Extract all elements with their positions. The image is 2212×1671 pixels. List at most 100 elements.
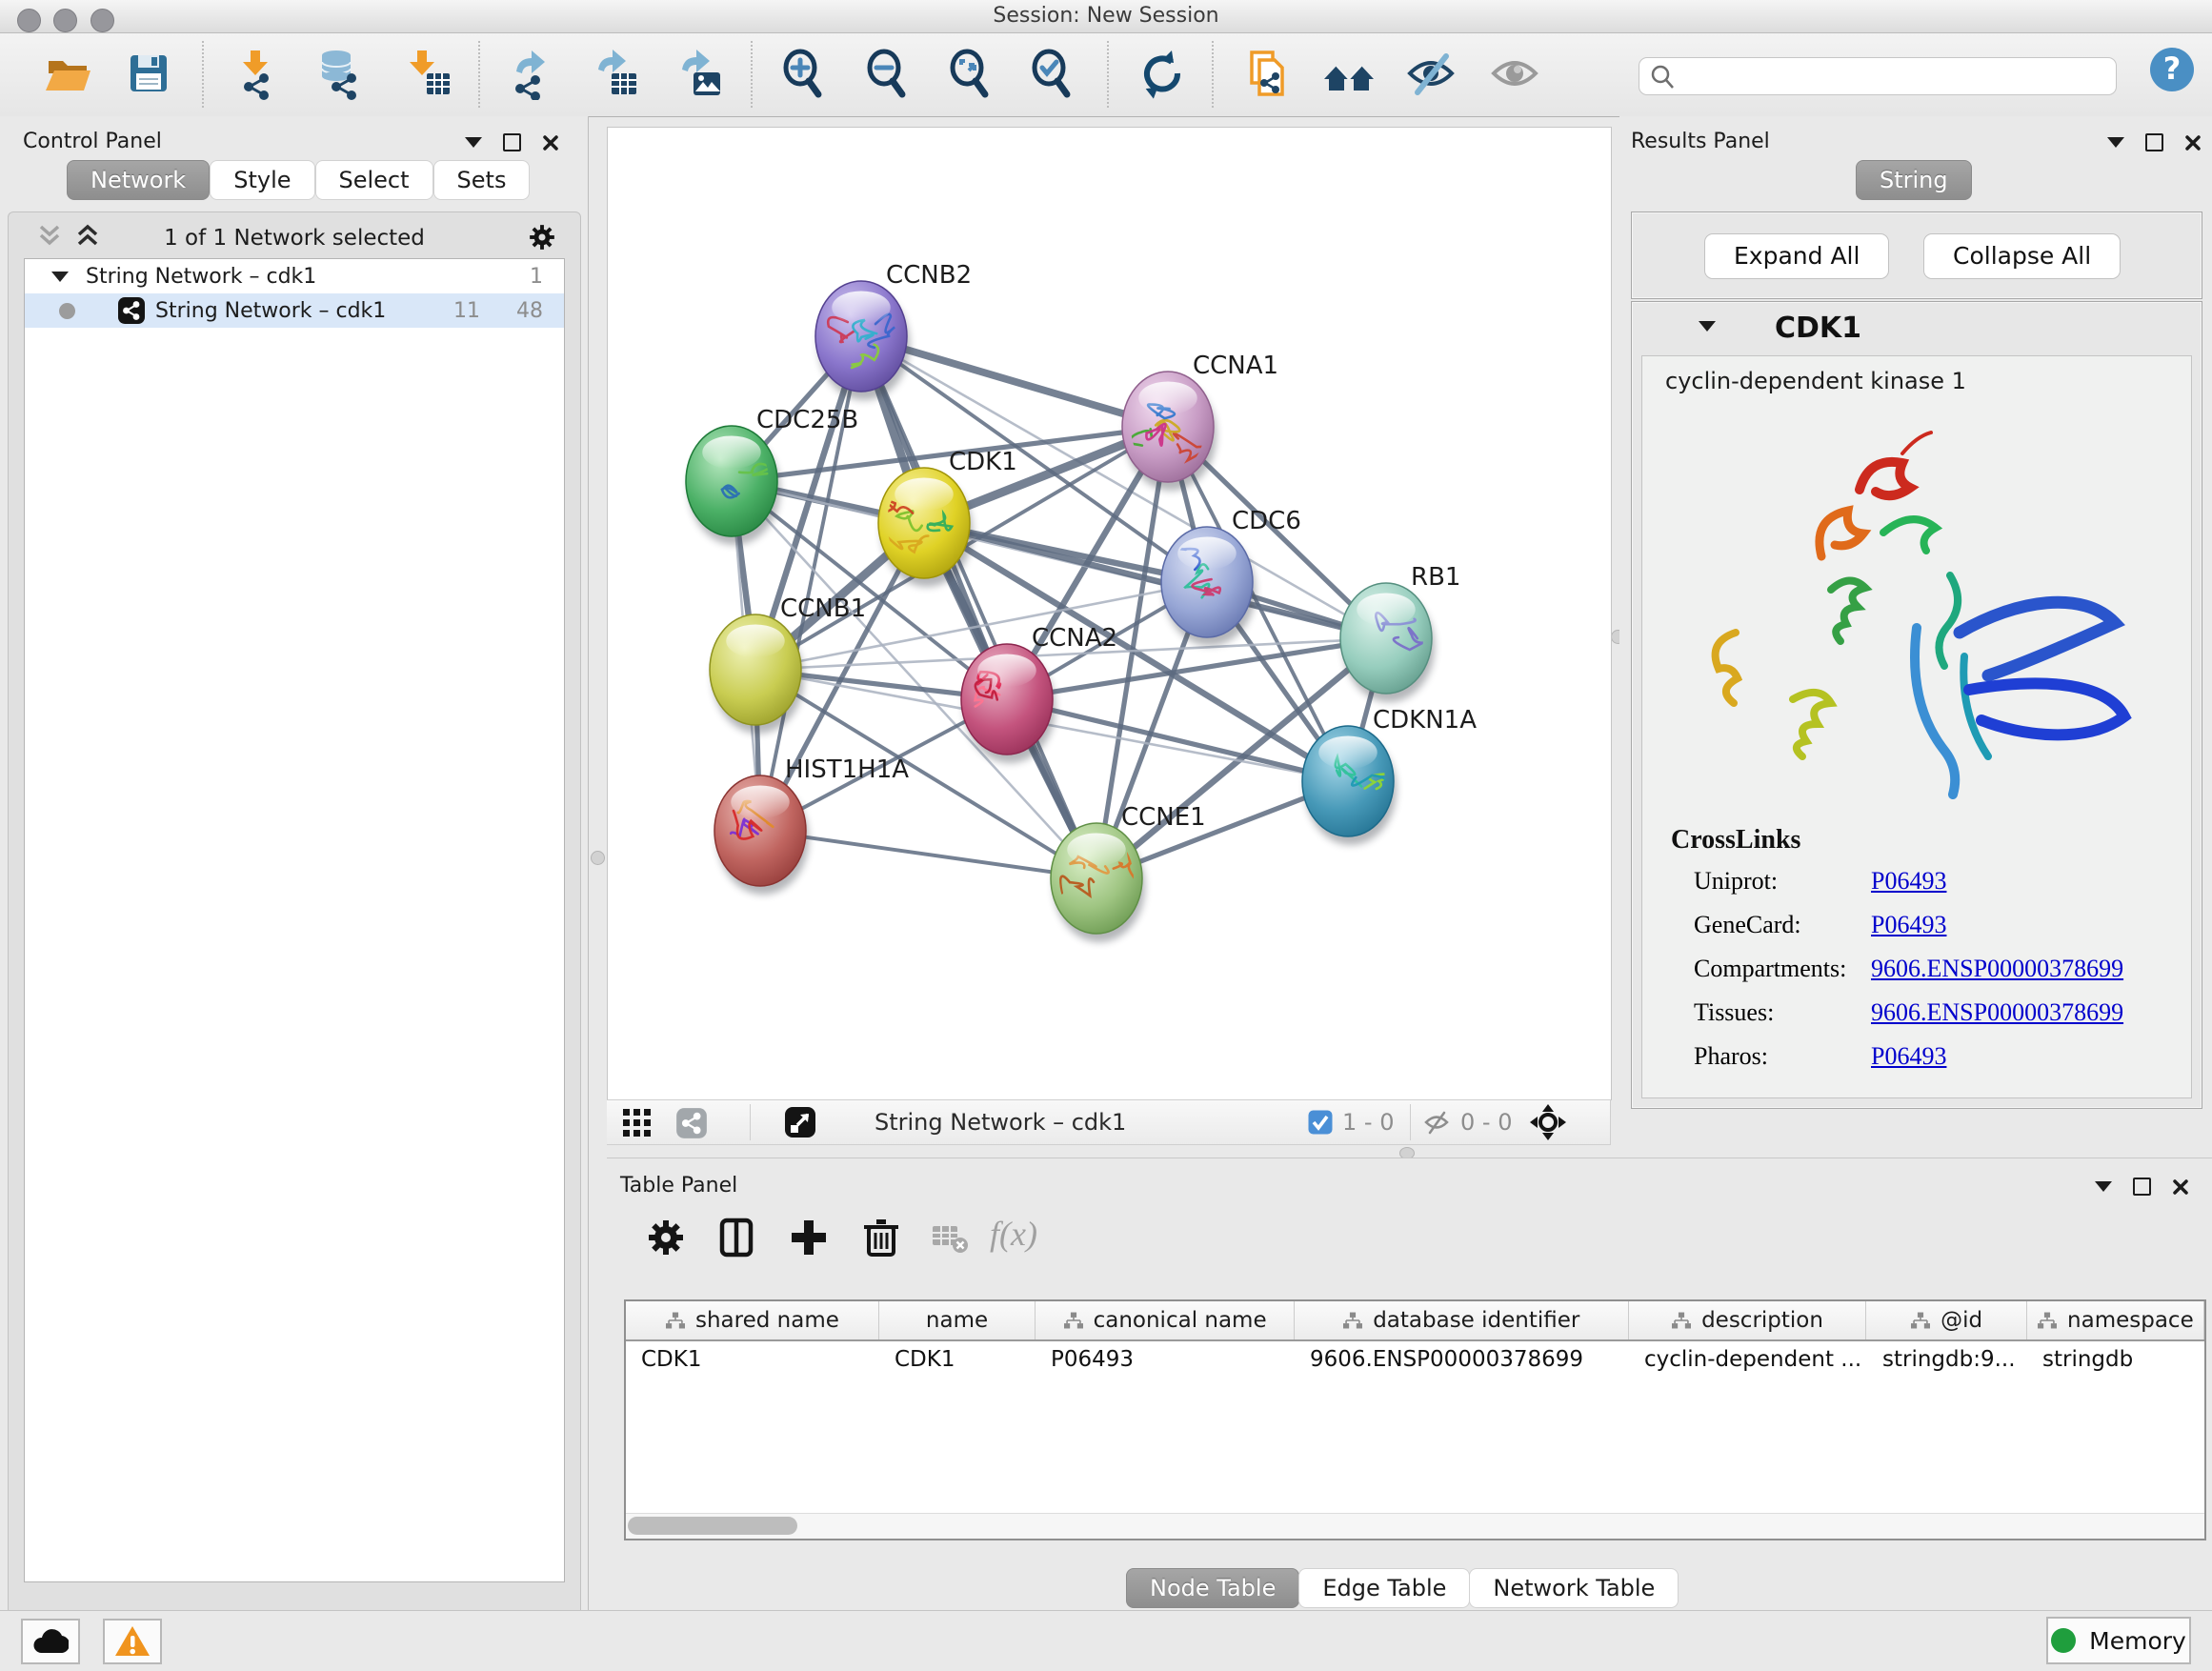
birds-eye-view-icon[interactable] [784,1106,816,1138]
float-panel-icon[interactable] [503,133,521,151]
crosslink-value-link[interactable]: 9606.ENSP00000378699 [1871,998,2123,1026]
expand-all-button[interactable]: Expand All [1704,233,1889,279]
panel-menu-icon[interactable] [465,137,482,148]
warning-icon [113,1624,151,1659]
table-panel-title: Table Panel [620,1174,737,1198]
column-header-canonical-name[interactable]: canonical name [1036,1301,1295,1339]
scrollbar-thumb[interactable] [628,1517,797,1535]
table-settings-gear-icon[interactable] [639,1211,693,1264]
network-collection-row[interactable]: String Network – cdk1 1 [25,259,564,293]
panel-menu-icon[interactable] [2095,1181,2112,1192]
table-cell[interactable]: P06493 [1036,1341,1295,1378]
export-image-icon[interactable] [671,47,724,100]
gear-icon[interactable] [525,220,559,254]
node-gloss [731,785,789,818]
expander-icon[interactable] [51,272,69,282]
help-icon[interactable]: ? [2145,43,2199,96]
close-panel-icon[interactable] [2184,134,2202,151]
delete-column-icon[interactable] [855,1211,908,1264]
column-header-database-identifier[interactable]: database identifier [1295,1301,1629,1339]
selected-checkbox-icon[interactable] [1308,1110,1333,1135]
status-bar: Memory [0,1610,2212,1671]
fit-selected-icon[interactable] [1529,1103,1567,1141]
clone-network-icon[interactable] [1240,47,1294,100]
node-count: 11 [453,299,480,323]
first-neighbors-icon[interactable] [1322,47,1376,100]
zoom-in-icon[interactable] [776,47,830,100]
results-panel-title: Results Panel [1631,130,1770,153]
crosslink-value-link[interactable]: P06493 [1871,1042,1946,1070]
protein-result-box: CDK1 cyclin-dependent kinase 1 [1631,301,2202,1109]
open-session-icon[interactable] [42,47,95,100]
add-column-icon[interactable] [782,1211,835,1264]
control-panel: Control Panel NetworkStyleSelectSets 1 o… [0,116,589,1610]
panel-menu-icon[interactable] [2107,137,2124,148]
network-view-icon[interactable] [675,1107,708,1139]
close-panel-icon[interactable] [2172,1178,2189,1196]
tab-style[interactable]: Style [210,160,314,200]
search-input[interactable] [1681,61,2104,90]
tab-select[interactable]: Select [315,160,433,200]
column-header-name[interactable]: name [879,1301,1036,1339]
window-title: Session: New Session [0,4,2212,28]
table-cell[interactable]: stringdb:9... [1867,1341,2027,1378]
memory-button[interactable]: Memory [2046,1617,2191,1664]
table-cell[interactable]: cyclin-dependent ... [1629,1341,1867,1378]
show-all-icon[interactable] [1488,47,1541,100]
float-panel-icon[interactable] [2133,1178,2151,1196]
network-row-selected[interactable]: String Network – cdk1 11 48 [25,293,564,328]
toolbar-separator [1410,1104,1411,1140]
column-header-description[interactable]: description [1629,1301,1867,1339]
collection-count: 1 [530,265,543,289]
title-bar: Session: New Session [0,0,2212,33]
collapse-all-button[interactable]: Collapse All [1923,233,2121,279]
hide-selected-icon[interactable] [1404,47,1458,100]
protein-section-header[interactable]: CDK1 [1632,302,2202,353]
export-table-icon[interactable] [587,47,640,100]
import-network-from-database-icon[interactable] [312,47,366,100]
close-panel-icon[interactable] [542,134,559,151]
grid-view-icon[interactable] [622,1108,653,1138]
warning-button[interactable] [103,1619,162,1664]
table-cell[interactable]: CDK1 [626,1341,879,1378]
table-cell[interactable]: CDK1 [879,1341,1036,1378]
horizontal-scrollbar[interactable] [626,1513,2204,1539]
splitter-grip[interactable] [591,851,605,865]
column-header-namespace[interactable]: namespace [2027,1301,2204,1339]
edge-count: 48 [516,299,543,323]
tab-network[interactable]: Network [67,160,210,200]
crosslink-value-link[interactable]: P06493 [1871,867,1946,895]
table-row[interactable]: CDK1CDK1P064939606.ENSP00000378699cyclin… [626,1341,2204,1378]
table-cell[interactable]: stringdb [2027,1341,2204,1378]
import-table-icon[interactable] [400,47,453,100]
toolbar-separator [751,41,753,108]
column-header-shared-name[interactable]: shared name [626,1301,879,1339]
zoom-out-icon[interactable] [860,47,914,100]
network-canvas[interactable]: CCNB2CCNA1CDC25BCDK1CDC6RB1CCNB1CCNA2CDK… [607,127,1612,1100]
node-label: CDC6 [1232,507,1301,535]
table-cell[interactable]: 9606.ENSP00000378699 [1295,1341,1629,1378]
tab-network-table[interactable]: Network Table [1469,1568,1679,1608]
app-window: Session: New Session [0,0,2212,1671]
refresh-icon[interactable] [1136,47,1189,100]
tab-sets[interactable]: Sets [433,160,531,200]
network-edge[interactable] [760,831,1096,878]
collapse-section-icon[interactable] [1699,321,1716,332]
float-panel-icon[interactable] [2145,133,2163,151]
network-view-toolbar: String Network – cdk1 1 - 0 0 - 0 [607,1099,1611,1145]
node-gloss [1067,833,1125,866]
show-columns-icon[interactable] [710,1211,763,1264]
network-edge[interactable] [924,523,1386,638]
column-header-id[interactable]: @id [1866,1301,2026,1339]
import-network-icon[interactable] [229,47,282,100]
zoom-selected-icon[interactable] [1025,47,1078,100]
crosslink-value-link[interactable]: P06493 [1871,911,1946,938]
zoom-fit-icon[interactable] [943,47,996,100]
tab-node-table[interactable]: Node Table [1126,1568,1299,1608]
export-network-icon[interactable] [503,47,556,100]
save-session-icon[interactable] [122,47,175,100]
tab-string[interactable]: String [1856,160,1972,200]
tab-edge-table[interactable]: Edge Table [1298,1568,1470,1608]
crosslink-value-link[interactable]: 9606.ENSP00000378699 [1871,955,2123,982]
cloud-button[interactable] [21,1619,80,1664]
